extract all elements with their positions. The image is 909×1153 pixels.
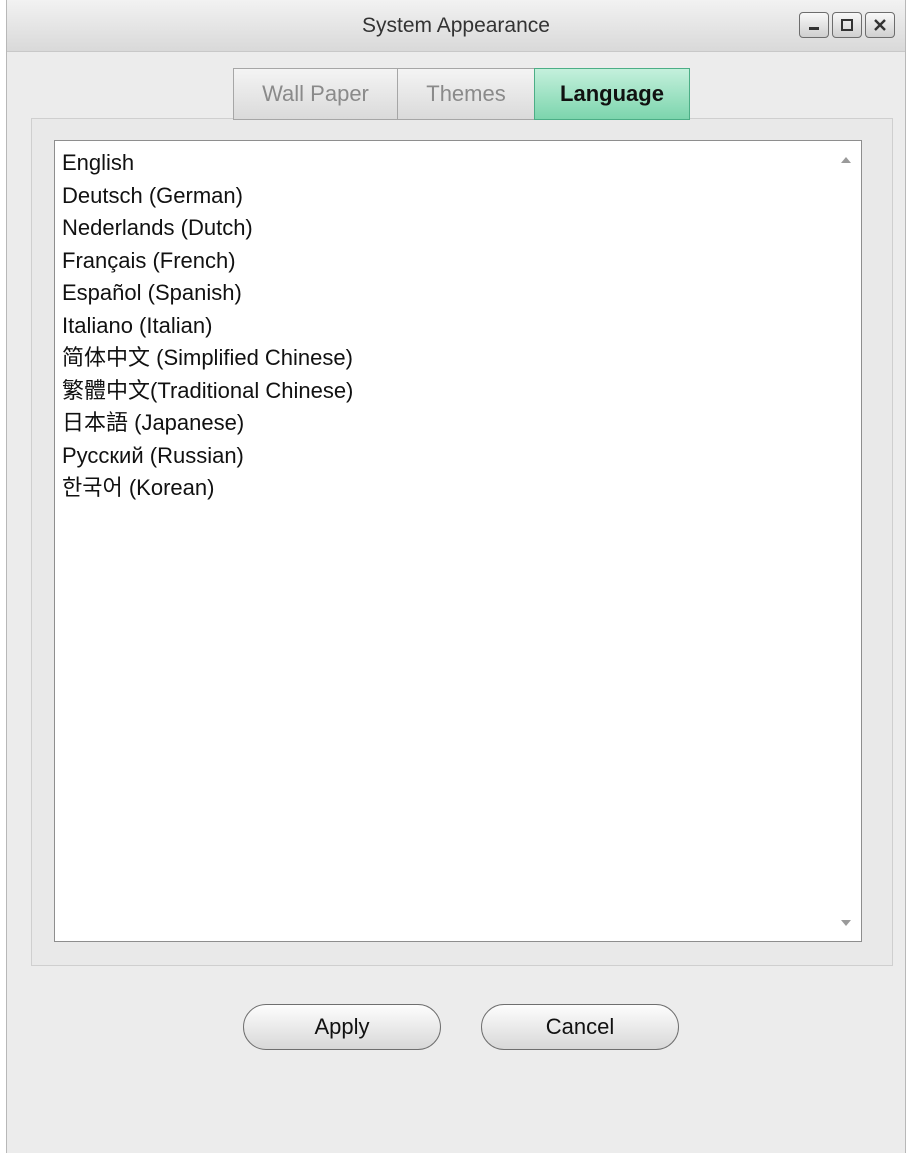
apply-button[interactable]: Apply [243,1004,441,1050]
language-item-traditional-chinese[interactable]: 繁體中文(Traditional Chinese) [62,375,353,408]
language-item-russian[interactable]: Русский (Russian) [62,440,353,473]
language-item-spanish[interactable]: Español (Spanish) [62,277,353,310]
tab-bar: Wall Paper Themes Language [233,68,690,120]
system-appearance-window: System Appearance Wall Paper Themes Lang… [6,0,906,1153]
language-item-japanese[interactable]: 日本語 (Japanese) [62,407,353,440]
close-button[interactable] [865,12,895,38]
maximize-button[interactable] [832,12,862,38]
scroll-down-button[interactable] [836,915,856,931]
language-list[interactable]: English Deutsch (German) Nederlands (Dut… [54,140,862,942]
tab-language[interactable]: Language [534,68,690,120]
language-item-simplified-chinese[interactable]: 简体中文 (Simplified Chinese) [62,342,353,375]
tab-wall-paper[interactable]: Wall Paper [233,68,397,120]
window-controls [799,12,895,38]
language-item-french[interactable]: Français (French) [62,245,353,278]
language-item-english[interactable]: English [62,147,353,180]
scroll-up-arrow-icon [841,156,851,163]
tab-themes[interactable]: Themes [397,68,534,120]
title-bar[interactable]: System Appearance [7,0,905,52]
language-item-korean[interactable]: 한국어 (Korean) [62,472,353,505]
scroll-up-button[interactable] [836,151,856,167]
language-items: English Deutsch (German) Nederlands (Dut… [62,147,353,505]
minimize-icon [809,27,819,30]
cancel-button[interactable]: Cancel [481,1004,679,1050]
window-title: System Appearance [362,14,550,37]
maximize-icon [841,19,853,31]
scroll-down-arrow-icon [841,919,851,926]
close-icon [874,19,886,31]
language-item-italian[interactable]: Italiano (Italian) [62,310,353,343]
language-item-dutch[interactable]: Nederlands (Dutch) [62,212,353,245]
minimize-button[interactable] [799,12,829,38]
language-item-german[interactable]: Deutsch (German) [62,180,353,213]
